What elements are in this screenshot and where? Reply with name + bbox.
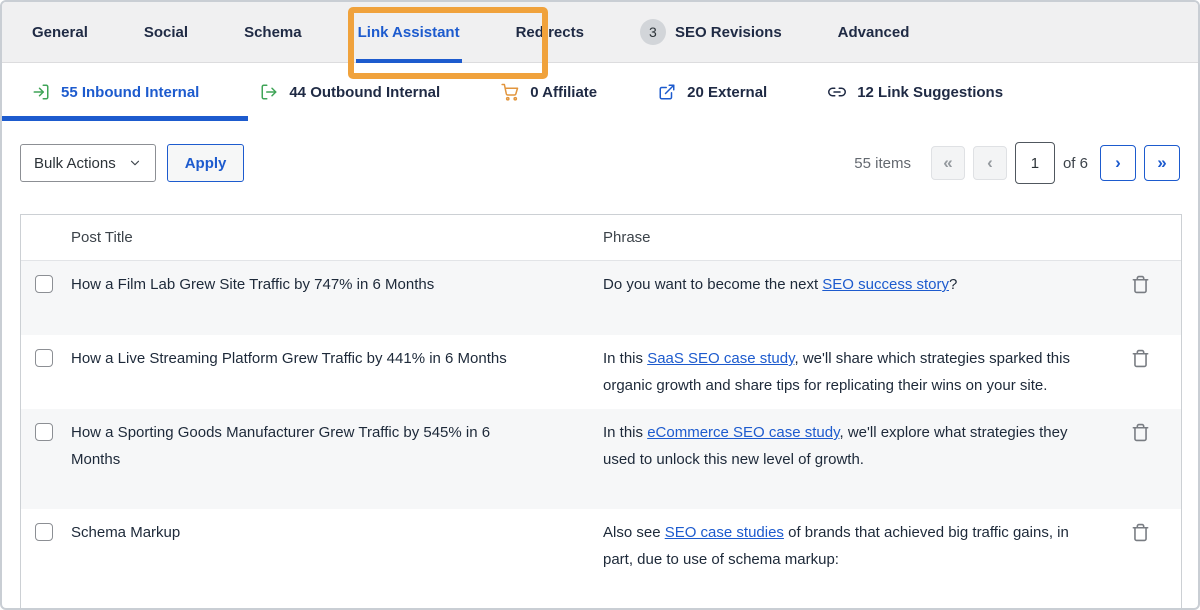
- prev-page-button[interactable]: ‹: [973, 146, 1007, 180]
- last-page-button[interactable]: »: [1144, 145, 1180, 181]
- delete-row-button[interactable]: [1125, 419, 1150, 449]
- tab-label: Schema: [244, 24, 302, 41]
- total-pages-label: of 6: [1063, 155, 1088, 172]
- subtab-0-affiliate[interactable]: 0 Affiliate: [501, 83, 597, 101]
- link-icon: [828, 83, 846, 101]
- delete-row-button[interactable]: [1125, 271, 1150, 301]
- tab-social[interactable]: Social: [116, 2, 216, 62]
- tab-label: SEO Revisions: [675, 24, 782, 41]
- tab-redirects[interactable]: Redirects: [488, 2, 612, 62]
- cart-icon: [501, 83, 519, 101]
- external-link-icon: [658, 83, 676, 101]
- post-title: How a Sporting Goods Manufacturer Grew T…: [71, 419, 539, 473]
- table-row: How a Live Streaming Platform Grew Traff…: [21, 335, 1181, 409]
- pagination: 55 items « ‹ of 6 › »: [854, 142, 1180, 184]
- table-row: How a Sporting Goods Manufacturer Grew T…: [21, 409, 1181, 509]
- phrase-link[interactable]: SaaS SEO case study: [647, 350, 794, 367]
- tab-link-assistant[interactable]: Link Assistant: [330, 2, 488, 62]
- subtab-label: 20 External: [687, 84, 767, 101]
- phrase-text: In this eCommerce SEO case study, we'll …: [603, 419, 1125, 499]
- subtab-label: 55 Inbound Internal: [61, 84, 199, 101]
- tab-advanced[interactable]: Advanced: [810, 2, 938, 62]
- subtab-label: 12 Link Suggestions: [857, 84, 1003, 101]
- bulk-actions-label: Bulk Actions: [34, 155, 116, 172]
- tab-seo-revisions[interactable]: 3 SEO Revisions: [612, 2, 810, 62]
- phrase-link[interactable]: eCommerce SEO case study: [647, 424, 839, 441]
- subtab-12-link-suggestions[interactable]: 12 Link Suggestions: [828, 83, 1003, 101]
- link-assistant-subtab-bar: 55 Inbound Internal 44 Outbound Internal 0…: [2, 63, 1198, 121]
- subtab-44-outbound-internal[interactable]: 44 Outbound Internal: [260, 83, 440, 101]
- chevron-down-icon: [128, 156, 142, 170]
- row-checkbox[interactable]: [35, 423, 53, 441]
- post-title: Schema Markup: [71, 519, 539, 546]
- seo-revisions-count-badge: 3: [640, 19, 666, 45]
- next-page-button[interactable]: ›: [1100, 145, 1136, 181]
- subtab-20-external[interactable]: 20 External: [658, 83, 767, 101]
- phrase-link[interactable]: SEO case studies: [665, 524, 784, 541]
- column-header-phrase: Phrase: [603, 229, 1125, 246]
- sign-in-icon: [32, 83, 50, 101]
- subtab-label: 44 Outbound Internal: [289, 84, 440, 101]
- tab-label: Social: [144, 24, 188, 41]
- post-title: How a Film Lab Grew Site Traffic by 747%…: [71, 271, 539, 298]
- apply-button[interactable]: Apply: [167, 144, 245, 182]
- phrase-text: In this SaaS SEO case study, we'll share…: [603, 345, 1125, 399]
- tab-label: General: [32, 24, 88, 41]
- bulk-actions-select[interactable]: Bulk Actions: [20, 144, 156, 182]
- tab-label: Link Assistant: [358, 24, 460, 41]
- tab-label: Advanced: [838, 24, 910, 41]
- trash-icon: [1131, 523, 1150, 545]
- phrase-text: Do you want to become the next SEO succe…: [603, 271, 1125, 325]
- row-checkbox[interactable]: [35, 523, 53, 541]
- column-header-post-title: Post Title: [71, 229, 603, 246]
- delete-row-button[interactable]: [1125, 345, 1150, 375]
- row-checkbox[interactable]: [35, 349, 53, 367]
- main-tab-bar: General Social Schema Link Assistant Redirec…: [2, 2, 1198, 63]
- table-body: How a Film Lab Grew Site Traffic by 747%…: [21, 261, 1181, 609]
- table-row: How a Film Lab Grew Site Traffic by 747%…: [21, 261, 1181, 335]
- row-checkbox[interactable]: [35, 275, 53, 293]
- active-subtab-indicator: [2, 116, 248, 121]
- table-header-row: Post Title Phrase: [21, 215, 1181, 261]
- trash-icon: [1131, 423, 1150, 445]
- first-page-button[interactable]: «: [931, 146, 965, 180]
- link-assistant-screen: General Social Schema Link Assistant Redirec…: [0, 0, 1200, 610]
- trash-icon: [1131, 349, 1150, 371]
- links-table: Post Title Phrase How a Film Lab Grew Si…: [20, 214, 1182, 610]
- current-page-input[interactable]: [1015, 142, 1055, 184]
- table-row: Schema Markup Also see SEO case studies o…: [21, 509, 1181, 609]
- subtab-55-inbound-internal[interactable]: 55 Inbound Internal: [32, 83, 199, 101]
- post-title: How a Live Streaming Platform Grew Traff…: [71, 345, 539, 372]
- table-toolbar: Bulk Actions Apply 55 items « ‹ of 6 › »: [2, 121, 1198, 184]
- trash-icon: [1131, 275, 1150, 297]
- phrase-text: Also see SEO case studies of brands that…: [603, 519, 1125, 599]
- tab-general[interactable]: General: [4, 2, 116, 62]
- sign-out-icon: [260, 83, 278, 101]
- delete-row-button[interactable]: [1125, 519, 1150, 549]
- phrase-link[interactable]: SEO success story: [822, 276, 949, 293]
- items-count: 55 items: [854, 155, 911, 172]
- tab-schema[interactable]: Schema: [216, 2, 330, 62]
- subtab-label: 0 Affiliate: [530, 84, 597, 101]
- tab-label: Redirects: [516, 24, 584, 41]
